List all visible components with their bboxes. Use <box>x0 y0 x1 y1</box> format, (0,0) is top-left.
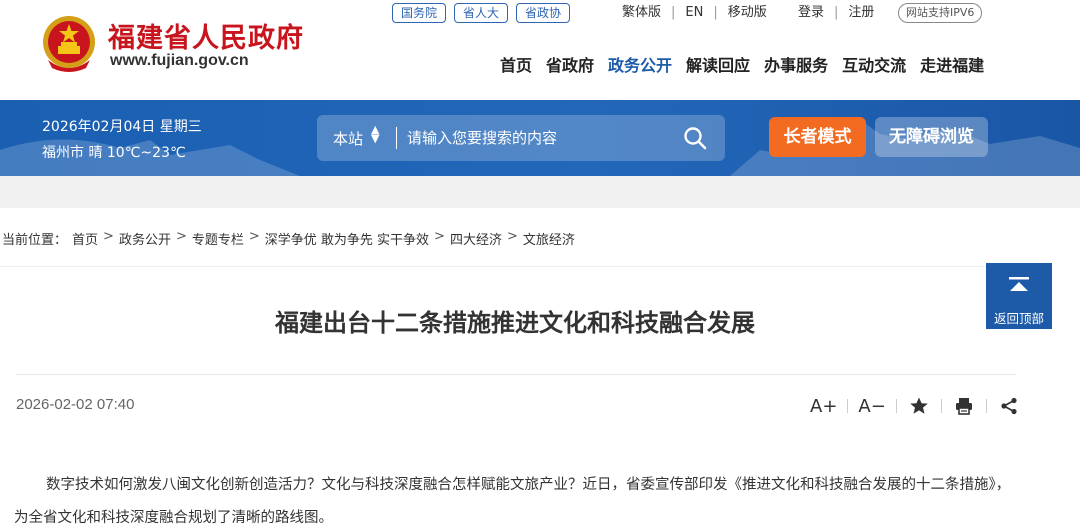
link-mobile[interactable]: 移动版 <box>728 3 767 23</box>
scope-toggle-icon[interactable]: ▲ ▼ <box>371 124 379 144</box>
link-state-council[interactable]: 国务院 <box>392 3 447 23</box>
accessible-browsing-button[interactable]: 无障碍浏览 <box>875 117 988 157</box>
breadcrumb-item-campaign[interactable]: 深学争优 敢为争先 实干争效 <box>265 229 429 248</box>
nav-interaction[interactable]: 互动交流 <box>842 52 906 76</box>
article-title: 福建出台十二条措施推进文化和科技融合发展 <box>275 309 755 337</box>
nav-interpretation[interactable]: 解读回应 <box>686 52 750 76</box>
divider: | <box>671 5 676 20</box>
article-paragraph: 数字技术如何激发八闽文化创新创造活力？文化与科技深度融合怎样赋能文旅产业？近日，… <box>14 477 1011 526</box>
nav-government-affairs[interactable]: 政务公开 <box>608 52 672 76</box>
current-date: 2026年02月04日 星期三 <box>42 119 202 135</box>
divider: | <box>713 5 718 20</box>
divider <box>396 127 397 149</box>
site-header: 福建省人民政府 www.fujian.gov.cn 国务院 省人大 省政协 繁体… <box>0 0 1080 100</box>
nav-provincial-government[interactable]: 省政府 <box>546 52 594 76</box>
breadcrumb-separator: > <box>506 229 518 244</box>
breadcrumb-item-four-economies[interactable]: 四大经济 <box>450 229 502 248</box>
weather-info: 福州市 晴 10℃~23℃ <box>42 145 186 161</box>
arrow-up-icon <box>1009 277 1029 291</box>
top-links: 国务院 省人大 省政协 <box>392 3 571 23</box>
print-icon[interactable] <box>954 396 974 416</box>
search-icon[interactable] <box>683 126 707 150</box>
breadcrumb-prefix: 当前位置： <box>2 233 68 248</box>
link-traditional-chinese[interactable]: 繁体版 <box>622 3 661 23</box>
register-link[interactable]: 注册 <box>848 3 874 23</box>
divider <box>0 266 1016 267</box>
link-provincial-cppcc[interactable]: 省政协 <box>516 3 571 23</box>
article-toolbar: A+ A− <box>800 392 1031 420</box>
main-nav: 首页 省政府 政务公开 解读回应 办事服务 互动交流 走进福建 <box>500 52 984 76</box>
divider <box>985 399 987 413</box>
breadcrumb-item-culture-tourism[interactable]: 文旅经济 <box>523 229 575 248</box>
login-link[interactable]: 登录 <box>798 3 824 23</box>
user-links: 登录 | 注册 <box>798 3 874 23</box>
star-icon[interactable] <box>909 396 929 416</box>
divider <box>895 399 897 413</box>
search-scope-select[interactable]: 本站 <box>333 128 363 149</box>
search-input[interactable] <box>407 124 677 152</box>
site-name[interactable]: 福建省人民政府 <box>108 16 304 55</box>
nav-home[interactable]: 首页 <box>500 52 532 76</box>
language-links: 繁体版 | EN | 移动版 <box>622 3 767 23</box>
nav-services[interactable]: 办事服务 <box>764 52 828 76</box>
national-emblem-icon[interactable] <box>40 14 98 74</box>
breadcrumb-separator: > <box>434 229 445 244</box>
nav-about-fujian[interactable]: 走进福建 <box>920 52 984 76</box>
divider-band <box>0 176 1080 208</box>
link-english[interactable]: EN <box>685 3 703 23</box>
divider: | <box>834 5 839 20</box>
font-smaller-button[interactable]: A− <box>848 396 895 417</box>
site-url: www.fujian.gov.cn <box>110 52 249 69</box>
breadcrumb-separator: > <box>248 229 260 244</box>
link-provincial-congress[interactable]: 省人大 <box>454 3 509 23</box>
ipv6-badge: 网站支持IPV6 <box>898 3 983 23</box>
share-icon[interactable] <box>999 396 1019 416</box>
publish-date: 2026-02-02 07:40 <box>16 396 135 413</box>
header-banner: 2026年02月04日 星期三 福州市 晴 10℃~23℃ 本站 ▲▼ 长者模式… <box>0 100 1080 176</box>
font-larger-button[interactable]: A+ <box>800 396 847 417</box>
elder-mode-button[interactable]: 长者模式 <box>769 117 866 157</box>
breadcrumb-item-affairs[interactable]: 政务公开 <box>119 229 171 248</box>
breadcrumb: 当前位置： 首页 > 政务公开 > 专题专栏 > 深学争优 敢为争先 实干争效 … <box>2 229 575 248</box>
search-bar: 本站 ▲ ▼ <box>317 115 725 161</box>
divider <box>940 399 942 413</box>
breadcrumb-separator: > <box>103 229 114 244</box>
breadcrumb-item-home[interactable]: 首页 <box>72 229 98 248</box>
breadcrumb-item-topics[interactable]: 专题专栏 <box>192 229 244 248</box>
divider <box>16 374 1016 375</box>
breadcrumb-separator: > <box>175 229 187 244</box>
